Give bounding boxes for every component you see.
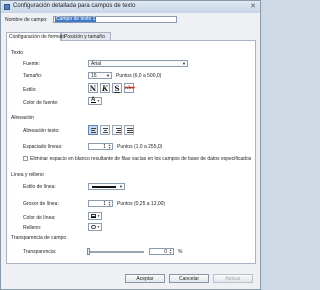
line-style-select[interactable]: ▼ [88,183,125,190]
line-color-label: Color de línea: [23,215,56,221]
remove-blank-checkbox[interactable] [23,156,28,161]
stepper-arrows-icon[interactable]: ▲ ▼ [107,201,112,207]
font-color-bar [91,102,96,103]
font-value: Arial [91,61,102,67]
field-name-input[interactable]: Campo de texto 1 [53,16,177,23]
paint-bucket-icon [91,225,96,229]
transparency-section-heading: Transparencia de campo [11,235,67,241]
window-title: Configuración detallada para campos de t… [13,3,136,9]
tab-position-size[interactable]: Posición y tamaño [61,32,111,40]
align-label: Alineación texto: [23,128,60,134]
size-hint: Puntos (6,0 a 500,0) [116,73,162,79]
line-width-value: 1 [103,201,106,207]
align-section-heading: Alineación [11,115,35,121]
align-justify-button[interactable] [124,125,134,135]
accept-button[interactable]: Aceptar [125,274,165,283]
chevron-down-icon: ▼ [97,214,100,218]
chevron-down-icon: ▼ [119,184,123,189]
underline-button[interactable]: S [112,83,122,93]
title-bar[interactable]: Configuración detallada para campos de t… [1,1,260,13]
cancel-button[interactable]: Cancelar [169,274,209,283]
stepper-arrows-icon[interactable]: ▲ ▼ [107,144,112,150]
line-style-preview [92,186,116,188]
bold-button[interactable]: N [88,83,98,93]
transparency-unit: % [178,249,183,255]
line-style-label: Estilo de línea: [23,184,56,190]
chevron-down-icon: ▼ [97,99,100,103]
transparency-slider-track[interactable] [88,251,144,253]
chevron-down-icon: ▼ [182,61,186,66]
size-label: Tamaño: [23,73,43,79]
italic-button[interactable]: K [100,83,110,93]
fill-color-picker[interactable]: ▼ [88,223,102,231]
strikethrough-button[interactable]: abc [124,83,135,93]
style-label: Estilo: [23,87,37,93]
field-name-label: Nombre de campo: [5,17,48,23]
chevron-down-icon: ▼ [106,73,110,78]
line-spacing-hint: Puntos (1,0 a 255,0) [117,144,163,150]
line-width-label: Grosor de línea: [23,201,59,207]
transparency-value: 0 [164,249,167,255]
stepper-arrows-icon[interactable]: ▲ ▼ [168,249,173,255]
line-section-heading: Línea y relleno [11,172,44,178]
line-spacing-stepper[interactable]: 1 ▲ ▼ [88,143,113,150]
align-center-button[interactable] [100,125,110,135]
align-right-button[interactable] [112,125,122,135]
app-icon [4,4,10,10]
line-spacing-value: 1 [103,144,106,150]
align-left-button[interactable] [88,125,98,135]
fill-label: Relleno: [23,225,42,231]
line-width-stepper[interactable]: 1 ▲ ▼ [88,200,113,207]
font-label: Fuente: [23,61,40,67]
close-icon[interactable]: ✕ [249,3,257,11]
font-color-label: Color de fuente: [23,100,59,106]
line-spacing-label: Espaciado líneas: [23,144,63,150]
chevron-down-icon: ▼ [97,225,100,229]
line-width-hint: Puntos (0,25 a 12,00) [117,201,166,207]
field-name-value: Campo de texto 1 [55,16,97,22]
font-color-picker[interactable]: A ▼ [88,97,102,105]
text-section-heading: Texto [11,50,23,56]
remove-blank-label: Eliminar espacio en blanco resultante de… [30,156,252,162]
size-value: 15 [91,73,97,79]
transparency-slider-thumb[interactable] [87,248,90,255]
font-select[interactable]: Arial ▼ [88,60,188,67]
dialog-window: Configuración detallada para campos de t… [0,0,261,290]
apply-button[interactable]: Aplicar [213,274,253,283]
line-color-bar [91,217,96,218]
tab-format-settings[interactable]: Configuración de formato [6,32,65,41]
transparency-label: Transparencia: [23,249,57,255]
line-color-picker[interactable]: ▼ [88,212,102,220]
transparency-stepper[interactable]: 0 ▲ ▼ [149,248,174,255]
size-select[interactable]: 15 ▼ [88,72,112,79]
